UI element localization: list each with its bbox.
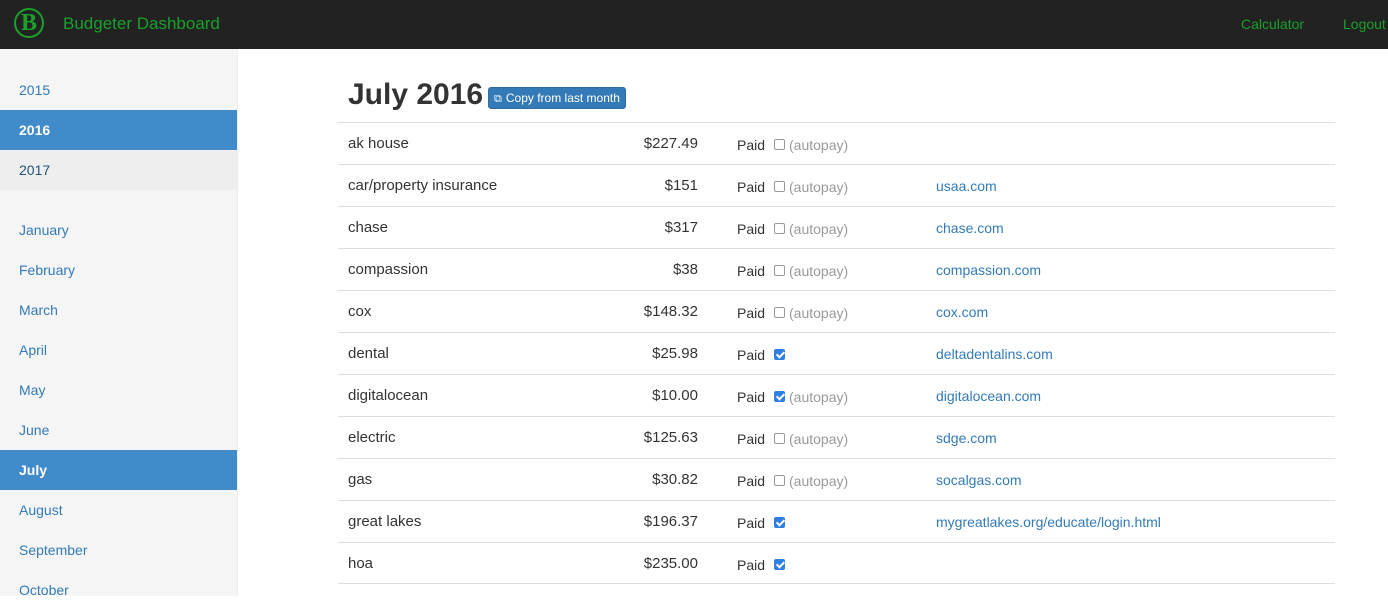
- table-row: dental $25.98 Paid deltadentalins.com: [338, 332, 1335, 374]
- paid-label: Paid: [737, 347, 766, 363]
- paid-label: Paid: [737, 557, 766, 573]
- sidebar-year-2016[interactable]: 2016: [0, 110, 237, 150]
- sidebar-year-2015[interactable]: 2015: [0, 70, 237, 110]
- bill-name: ak house: [348, 135, 409, 152]
- bill-name: electric: [348, 429, 396, 446]
- paid-label: Paid: [737, 263, 766, 279]
- table-row: ak house $227.49 Paid (autopay): [338, 122, 1335, 164]
- paid-label: Paid: [737, 221, 766, 237]
- bill-amount: $125.63: [643, 429, 698, 446]
- table-row: great lakes $196.37 Paid mygreatlakes.org/e…: [338, 500, 1335, 542]
- paid-checkbox[interactable]: [774, 181, 785, 192]
- paid-checkbox[interactable]: [774, 307, 785, 318]
- bill-website-link[interactable]: compassion.com: [936, 261, 1041, 279]
- copy-from-last-month-button[interactable]: ⧉ Copy from last month: [488, 87, 626, 109]
- bill-name: car/property insurance: [348, 177, 498, 194]
- bill-name: chase: [348, 219, 389, 236]
- bill-amount: $148.32: [643, 303, 698, 320]
- paid-label: Paid: [737, 305, 766, 321]
- paid-checkbox[interactable]: [774, 265, 785, 276]
- bill-website-link[interactable]: sdge.com: [936, 429, 997, 447]
- bill-website-link[interactable]: cox.com: [936, 303, 988, 321]
- paid-checkbox[interactable]: [774, 517, 785, 528]
- bill-name: gas: [348, 471, 373, 488]
- paid-label: Paid: [737, 515, 766, 531]
- bill-name: great lakes: [348, 513, 422, 530]
- autopay-label: (autopay): [789, 221, 849, 237]
- bill-website-link[interactable]: deltadentalins.com: [936, 345, 1053, 363]
- autopay-label: (autopay): [789, 179, 849, 195]
- bill-amount: $38: [672, 261, 698, 278]
- bill-name: compassion: [348, 261, 429, 278]
- sidebar-year-2017[interactable]: 2017: [0, 150, 237, 190]
- table-row: compassion $38 Paid (autopay) compassion.com: [338, 248, 1335, 290]
- bill-name: digitalocean: [348, 387, 429, 404]
- bill-amount: $10.00: [652, 387, 698, 404]
- sidebar-month-august[interactable]: August: [0, 490, 237, 530]
- autopay-label: (autopay): [789, 305, 849, 321]
- table-row: digitalocean $10.00 Paid (autopay) digitaloc…: [338, 374, 1335, 416]
- autopay-label: (autopay): [789, 473, 849, 489]
- sidebar-month-april[interactable]: April: [0, 330, 237, 370]
- paid-label: Paid: [737, 473, 766, 489]
- bill-amount: $25.98: [652, 345, 698, 362]
- table-row: gas $30.82 Paid (autopay) socalgas.com: [338, 458, 1335, 500]
- bill-amount: $196.37: [643, 513, 698, 530]
- calculator-link[interactable]: Calculator: [1241, 16, 1304, 32]
- sidebar-month-march[interactable]: March: [0, 290, 237, 330]
- logout-link[interactable]: Logout: [1343, 16, 1386, 32]
- autopay-label: (autopay): [789, 137, 849, 153]
- bill-name: dental: [348, 345, 389, 362]
- bill-name: hoa: [348, 555, 374, 572]
- sidebar-month-may[interactable]: May: [0, 370, 237, 410]
- bill-amount: $317: [664, 219, 698, 236]
- paid-checkbox[interactable]: [774, 475, 785, 486]
- sidebar-month-july[interactable]: July: [0, 450, 237, 490]
- table-row: hoa $235.00 Paid: [338, 542, 1335, 584]
- sidebar-month-october[interactable]: October: [0, 570, 237, 610]
- paid-label: Paid: [737, 389, 766, 405]
- brand-link[interactable]: Budgeter Dashboard: [63, 14, 220, 34]
- bill-amount: $235.00: [643, 555, 698, 572]
- copy-button-label: Copy from last month: [505, 91, 620, 105]
- copy-icon: ⧉: [494, 93, 502, 105]
- sidebar-month-january[interactable]: January: [0, 210, 237, 250]
- paid-checkbox[interactable]: [774, 223, 785, 234]
- bill-website-link[interactable]: socalgas.com: [936, 471, 1022, 489]
- bill-amount: $151: [664, 177, 698, 194]
- table-row: chase $317 Paid (autopay) chase.com: [338, 206, 1335, 248]
- sidebar-month-february[interactable]: February: [0, 250, 237, 290]
- table-row: electric $125.63 Paid (autopay) sdge.com: [338, 416, 1335, 458]
- top-navbar: B Budgeter Dashboard Calculator Logout: [0, 0, 1388, 49]
- table-row: car/property insurance $151 Paid (autopay) u…: [338, 164, 1335, 206]
- bill-website-link[interactable]: digitalocean.com: [936, 387, 1041, 405]
- bill-website-link[interactable]: mygreatlakes.org/educate/login.html: [936, 513, 1161, 531]
- budgeter-logo-icon[interactable]: B: [14, 8, 44, 38]
- autopay-label: (autopay): [789, 431, 849, 447]
- paid-checkbox[interactable]: [774, 559, 785, 570]
- autopay-label: (autopay): [789, 263, 849, 279]
- page-title: July 2016: [348, 78, 484, 111]
- autopay-label: (autopay): [789, 389, 849, 405]
- paid-checkbox[interactable]: [774, 433, 785, 444]
- paid-checkbox[interactable]: [774, 139, 785, 150]
- paid-checkbox[interactable]: [774, 391, 785, 402]
- bill-amount: $30.82: [652, 471, 698, 488]
- sidebar-month-september[interactable]: September: [0, 530, 237, 570]
- table-row: cox $148.32 Paid (autopay) cox.com: [338, 290, 1335, 332]
- paid-label: Paid: [737, 137, 766, 153]
- bill-website-link[interactable]: chase.com: [936, 219, 1004, 237]
- bill-name: cox: [348, 303, 372, 320]
- sidebar: 2015 2016 2017 January February March April May…: [0, 49, 238, 598]
- bill-website-link[interactable]: usaa.com: [936, 177, 997, 195]
- bill-amount: $227.49: [643, 135, 698, 152]
- paid-label: Paid: [737, 179, 766, 195]
- paid-checkbox[interactable]: [774, 349, 785, 360]
- paid-label: Paid: [737, 431, 766, 447]
- sidebar-month-june[interactable]: June: [0, 410, 237, 450]
